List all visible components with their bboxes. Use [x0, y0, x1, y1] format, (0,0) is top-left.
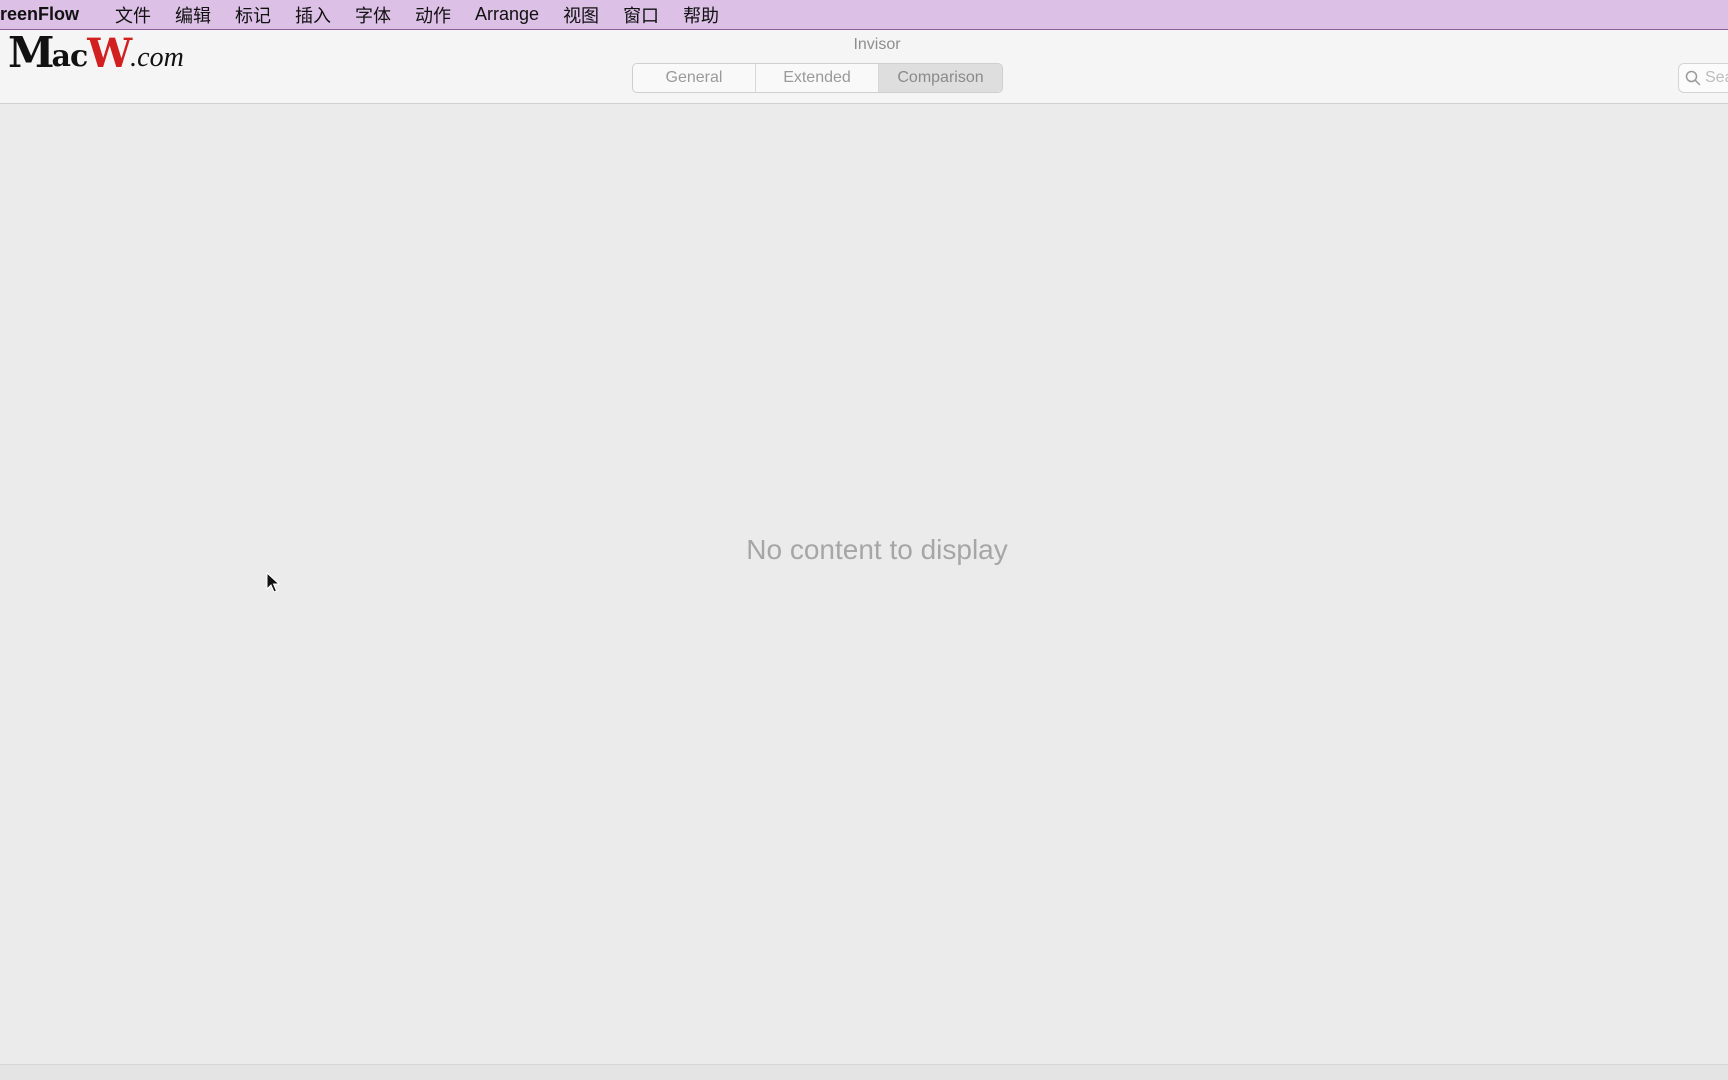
view-tab-control: General Extended Comparison	[632, 63, 1003, 93]
menu-mark[interactable]: 标记	[223, 2, 283, 28]
content-area: No content to display	[0, 104, 1728, 1064]
menu-app-name[interactable]: reenFlow	[0, 4, 103, 25]
mouse-pointer-icon	[266, 572, 280, 593]
tab-extended[interactable]: Extended	[756, 64, 879, 92]
tab-general[interactable]: General	[633, 64, 756, 92]
menu-view[interactable]: 视图	[551, 2, 611, 28]
window-toolbar: M ac W .com Invisor General Extended Com…	[0, 30, 1728, 104]
search-icon	[1685, 70, 1701, 86]
menu-file[interactable]: 文件	[103, 2, 163, 28]
menu-edit[interactable]: 编辑	[163, 2, 223, 28]
menu-insert[interactable]: 插入	[283, 2, 343, 28]
empty-state-message: No content to display	[746, 534, 1008, 565]
search-field[interactable]	[1678, 63, 1728, 93]
menu-font[interactable]: 字体	[343, 2, 403, 28]
menu-window[interactable]: 窗口	[611, 2, 671, 28]
menu-help[interactable]: 帮助	[671, 2, 731, 28]
menu-arrange[interactable]: Arrange	[463, 4, 551, 25]
menu-bar: reenFlow 文件 编辑 标记 插入 字体 动作 Arrange 视图 窗口…	[0, 0, 1728, 30]
bottom-bar	[0, 1064, 1728, 1080]
tab-comparison[interactable]: Comparison	[879, 64, 1002, 92]
menu-action[interactable]: 动作	[403, 2, 463, 28]
window-title: Invisor	[853, 36, 901, 53]
search-input[interactable]	[1701, 69, 1728, 87]
